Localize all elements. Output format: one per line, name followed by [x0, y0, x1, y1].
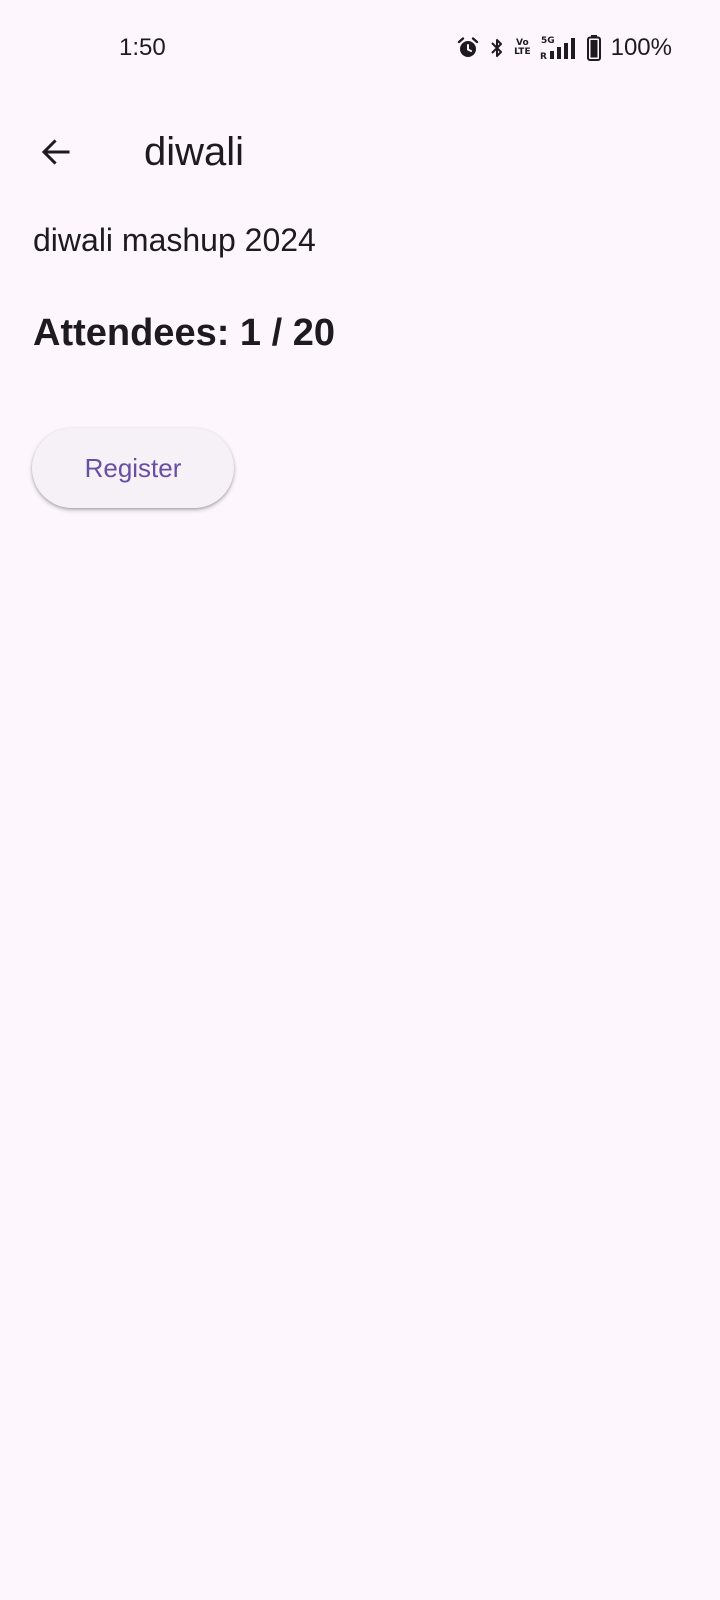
attendees-count: Attendees: 1 / 20: [33, 312, 335, 354]
volte-icon: Vo LTE: [514, 32, 531, 64]
status-time: 1:50: [119, 34, 166, 61]
status-bar: 1:50 Vo LTE 5G R 100%: [0, 0, 720, 96]
battery-percentage: 100%: [610, 34, 672, 61]
arrow-back-icon: [41, 139, 70, 165]
battery-icon: [586, 32, 601, 64]
event-description: diwali mashup 2024: [33, 222, 316, 258]
svg-text:5G: 5G: [541, 36, 555, 46]
bluetooth-icon: [488, 32, 506, 64]
register-button[interactable]: Register: [32, 428, 234, 508]
page-title: diwali: [144, 130, 245, 174]
status-icons: Vo LTE 5G R 100%: [456, 32, 672, 64]
volte-bottom-label: LTE: [514, 47, 531, 57]
app-bar: diwali: [0, 96, 720, 208]
signal-5g-icon: 5G R: [539, 32, 579, 64]
svg-text:R: R: [540, 52, 547, 61]
back-button[interactable]: [24, 120, 88, 184]
alarm-icon: [456, 32, 480, 64]
